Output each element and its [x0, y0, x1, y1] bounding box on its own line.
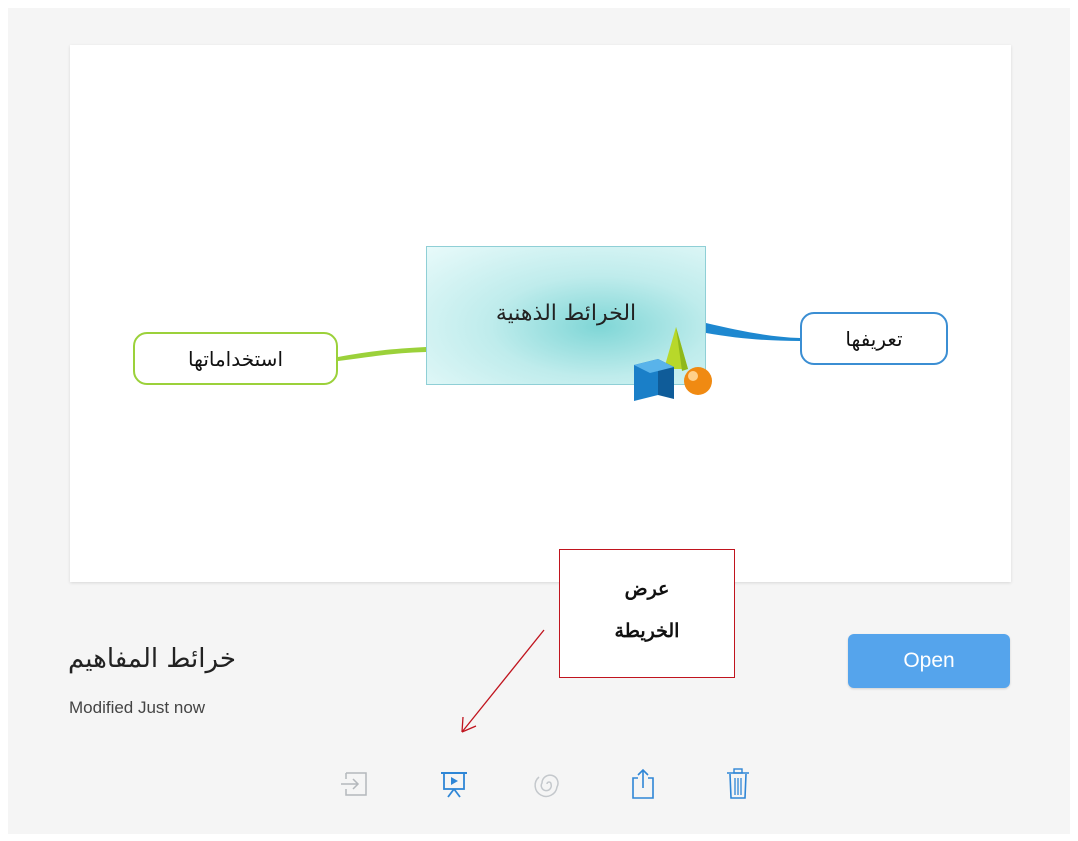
left-branch: [338, 347, 426, 361]
modified-status: Modified Just now: [69, 698, 206, 717]
open-button[interactable]: Open: [848, 634, 1010, 688]
spiral-button[interactable]: [531, 766, 567, 802]
annotation-line-2: الخريطة: [614, 620, 680, 642]
spiral-icon: [534, 774, 559, 798]
subtopic-node-right[interactable]: تعريفها: [800, 312, 948, 365]
share-button[interactable]: [625, 766, 661, 802]
annotation-box: عرض الخريطة: [559, 549, 735, 678]
subtopic-node-left[interactable]: استخداماتها: [133, 332, 338, 385]
presentation-icon: [441, 772, 467, 798]
trash-icon: [727, 768, 749, 799]
presentation-button[interactable]: [436, 766, 472, 802]
share-icon: [632, 768, 654, 799]
annotation-line-1: عرض: [624, 578, 670, 600]
central-topic-label: الخرائط الذهنية: [495, 301, 637, 326]
annotation-arrow: [461, 629, 545, 733]
right-branch: [706, 323, 800, 341]
document-title: خرائط المفاهيم: [68, 644, 236, 674]
delete-button[interactable]: [720, 766, 756, 802]
shapes-icon: [634, 327, 712, 401]
map-preview-card[interactable]: الخرائط الذهنية استخداماتها تعريفها: [70, 45, 1011, 582]
import-icon: [341, 772, 367, 796]
import-button[interactable]: [338, 766, 374, 802]
